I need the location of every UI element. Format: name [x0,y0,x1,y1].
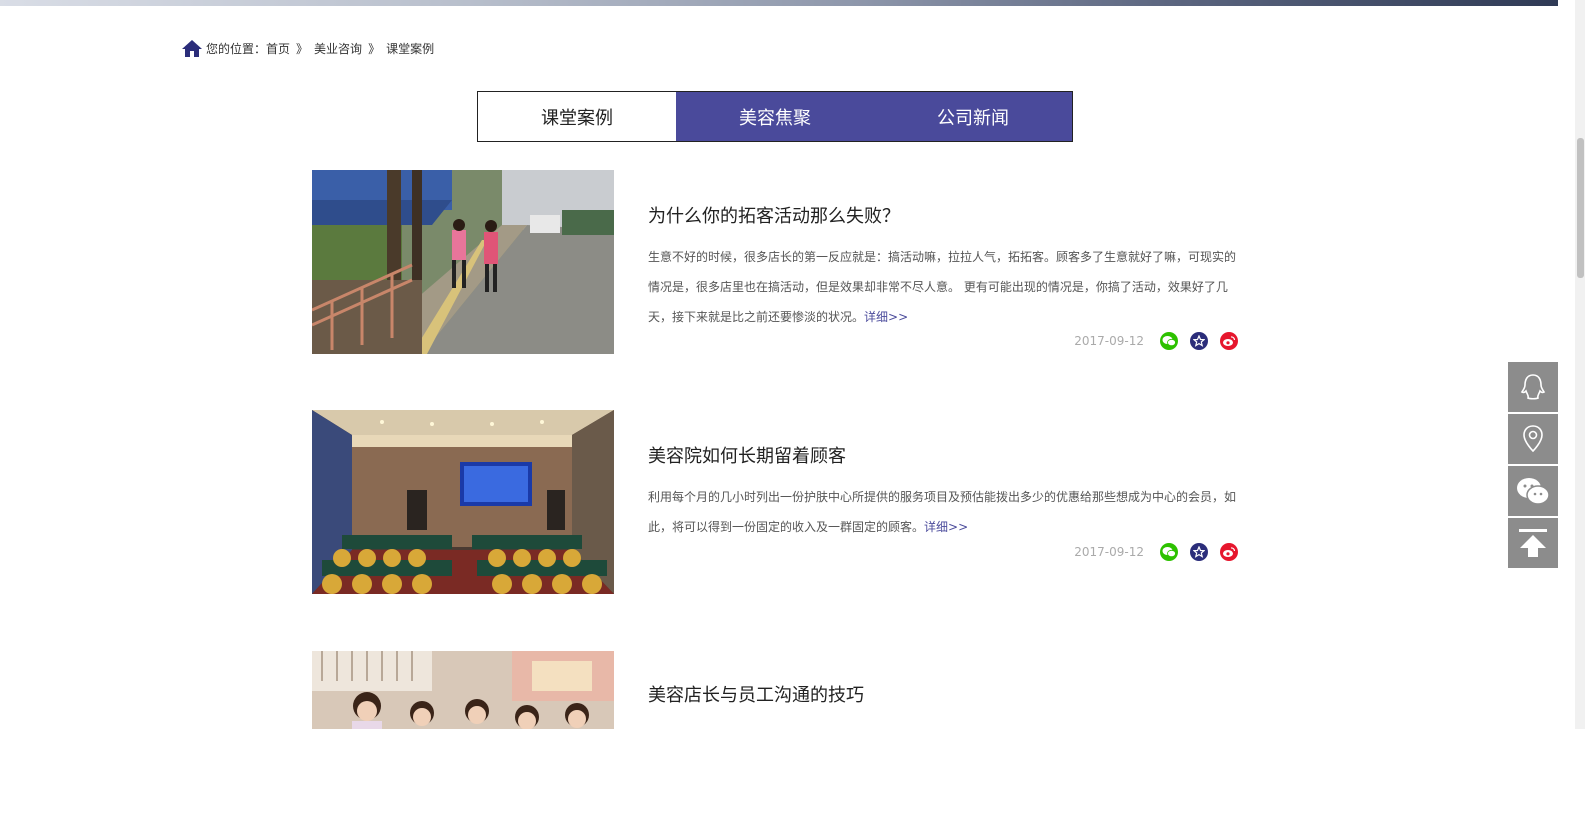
article-item: 美容店长与员工沟通的技巧 [312,651,1242,835]
article-meta: 2017-09-12 [1074,332,1238,350]
article-item: 美容院如何长期留着顾客 利用每个月的几小时列出一份护肤中心所提供的服务项目及预估… [312,410,1242,594]
read-more-link[interactable]: 详细>> [924,520,968,534]
top-banner-strip [0,0,1558,6]
article-title[interactable]: 为什么你的拓客活动那么失败？ [648,202,900,228]
breadcrumb-separator: 》 [296,41,309,56]
breadcrumb: 您的位置： 首页 》 美业咨询 》 课堂案例 [181,37,434,59]
tab-company-news[interactable]: 公司新闻 [874,92,1072,141]
wechat-icon[interactable] [1160,332,1178,350]
article-date: 2017-09-12 [1074,545,1144,559]
breadcrumb-current: 课堂案例 [386,41,435,56]
scrollbar-thumb[interactable] [1577,138,1584,278]
breadcrumb-separator: 》 [368,41,381,56]
category-tabs: 课堂案例 美容焦聚 公司新闻 [477,91,1073,142]
article-date: 2017-09-12 [1074,334,1144,348]
article-title[interactable]: 美容院如何长期留着顾客 [648,442,846,468]
article-thumbnail-street-promotion[interactable] [312,170,614,354]
article-summary: 生意不好的时候，很多店长的第一反应就是：搞活动嘛，拉拉人气，拓拓客。顾客多了生意… [648,242,1238,332]
home-icon [182,39,202,57]
qzone-star-icon[interactable] [1190,332,1208,350]
weibo-icon[interactable] [1220,543,1238,561]
article-summary-text: 生意不好的时候，很多店长的第一反应就是：搞活动嘛，拉拉人气，拓拓客。顾客多了生意… [648,250,1237,324]
article-thumbnail-conference-room[interactable] [312,410,614,594]
back-to-top-icon[interactable] [1508,518,1558,568]
breadcrumb-home-link[interactable]: 首页 [266,40,290,57]
tab-beauty-focus[interactable]: 美容焦聚 [676,92,874,141]
floating-toolbar [1508,362,1558,570]
tab-classroom-cases[interactable]: 课堂案例 [478,92,676,141]
article-thumbnail-staff[interactable] [312,651,614,729]
qq-icon[interactable] [1508,362,1558,412]
read-more-link[interactable]: 详细>> [864,310,908,324]
wechat-icon[interactable] [1160,543,1178,561]
article-meta: 2017-09-12 [1074,543,1238,561]
article-summary: 利用每个月的几小时列出一份护肤中心所提供的服务项目及预估能拨出多少的优惠给那些想… [648,482,1238,542]
article-item: 为什么你的拓客活动那么失败？ 生意不好的时候，很多店长的第一反应就是：搞活动嘛，… [312,170,1242,354]
page-scrollbar[interactable] [1575,0,1585,729]
article-title[interactable]: 美容店长与员工沟通的技巧 [648,681,864,707]
breadcrumb-prefix: 您的位置： [206,41,267,56]
weibo-icon[interactable] [1220,332,1238,350]
qzone-star-icon[interactable] [1190,543,1208,561]
location-pin-icon[interactable] [1508,414,1558,464]
wechat-icon[interactable] [1508,466,1558,516]
breadcrumb-category-link[interactable]: 美业咨询 [314,40,362,57]
